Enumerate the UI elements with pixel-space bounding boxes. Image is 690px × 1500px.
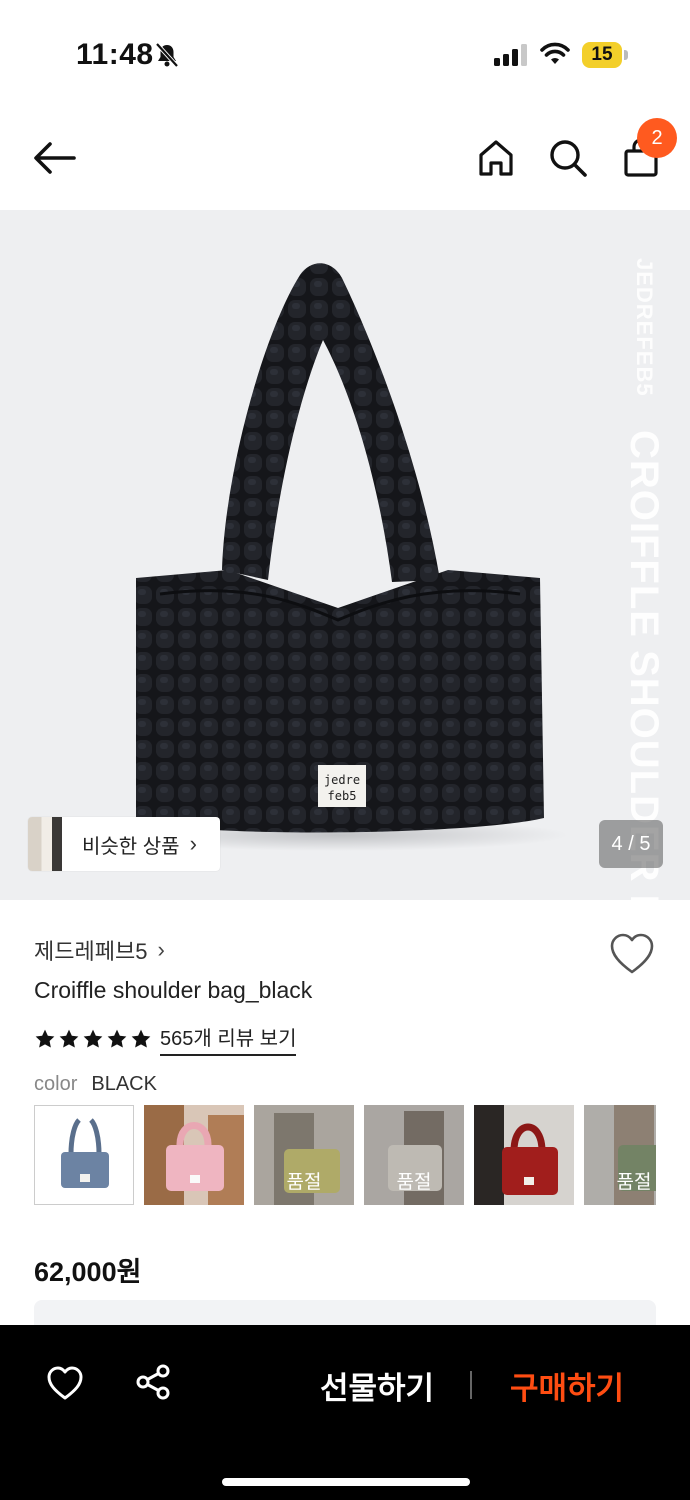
search-icon[interactable] [546, 136, 590, 180]
color-option-thumbnail [35, 1106, 133, 1204]
rating-stars [34, 1028, 152, 1050]
star-icon [131, 1029, 151, 1048]
gift-button[interactable]: 선물하기 [310, 1363, 444, 1406]
back-arrow-icon[interactable] [30, 138, 78, 178]
bottom-action-bar: 선물하기 구매하기 [0, 1325, 690, 1500]
similar-products-thumbnail [28, 817, 62, 871]
color-options-list: 품절 품절 품절 [34, 1105, 656, 1205]
sold-out-label: 품절 [286, 1172, 322, 1193]
color-option-cream[interactable]: 품절 [364, 1105, 464, 1205]
heart-icon[interactable] [608, 932, 656, 976]
product-name: Croiffle shoulder bag_black [34, 977, 313, 1003]
sold-out-label: 품절 [396, 1172, 432, 1193]
signal-icon [494, 44, 527, 66]
status-time: 11:48 [76, 38, 154, 71]
heart-icon[interactable] [46, 1365, 84, 1401]
star-icon [35, 1029, 55, 1048]
product-price: 62,000원 [34, 1257, 142, 1287]
color-option-thumbnail [144, 1105, 244, 1205]
top-nav [0, 110, 690, 210]
bag-label-line1: jedre [324, 773, 360, 787]
chevron-right-icon: › [157, 937, 165, 962]
color-option-yellow[interactable]: 품절 [254, 1105, 354, 1205]
cart-count-badge: 2 [637, 118, 677, 158]
bag-label-line2: feb5 [328, 789, 357, 803]
brand-link[interactable]: 제드레페브5 › [34, 934, 165, 966]
image-page-indicator: 4 / 5 [599, 820, 663, 868]
color-option-red[interactable] [474, 1105, 574, 1205]
chevron-right-icon: › [189, 831, 197, 856]
star-icon [83, 1029, 103, 1048]
color-selection-row: color BLACK [34, 1073, 157, 1096]
share-icon[interactable] [134, 1363, 172, 1401]
product-image-carousel[interactable]: jedre feb5 JEDREFEB5 CROIFFLE SHOULDER B… [0, 210, 690, 900]
buy-button[interactable]: 구매하기 [500, 1363, 634, 1406]
color-option-thumbnail [474, 1105, 574, 1205]
status-bar: 11:48 15 [0, 0, 690, 110]
star-icon [107, 1029, 127, 1048]
color-option-pink[interactable] [144, 1105, 244, 1205]
battery-level: 15 [582, 42, 622, 68]
home-icon[interactable] [474, 136, 518, 180]
similar-products-button[interactable]: 비슷한 상품 › [28, 817, 220, 871]
brand-name: 제드레페브5 [34, 939, 148, 964]
watermark-brand: JEDREFEB5 [632, 258, 657, 397]
color-label: color [34, 1073, 78, 1095]
wifi-icon [540, 42, 570, 64]
bell-off-icon [155, 42, 179, 68]
rating-row: 565개 리뷰 보기 [34, 1022, 297, 1056]
color-option-green[interactable]: 품절 [584, 1105, 656, 1205]
sold-out-label: 품절 [616, 1172, 652, 1193]
product-photo: jedre feb5 [108, 263, 568, 851]
battery-icon: 15 [582, 42, 628, 68]
home-indicator[interactable] [222, 1478, 470, 1486]
similar-products-label: 비슷한 상품 [82, 835, 180, 858]
color-option-blue[interactable] [34, 1105, 134, 1205]
divider [470, 1371, 472, 1399]
selected-color-value: BLACK [91, 1073, 157, 1095]
reviews-link[interactable]: 565개 리뷰 보기 [160, 1022, 297, 1056]
star-icon [59, 1029, 79, 1048]
